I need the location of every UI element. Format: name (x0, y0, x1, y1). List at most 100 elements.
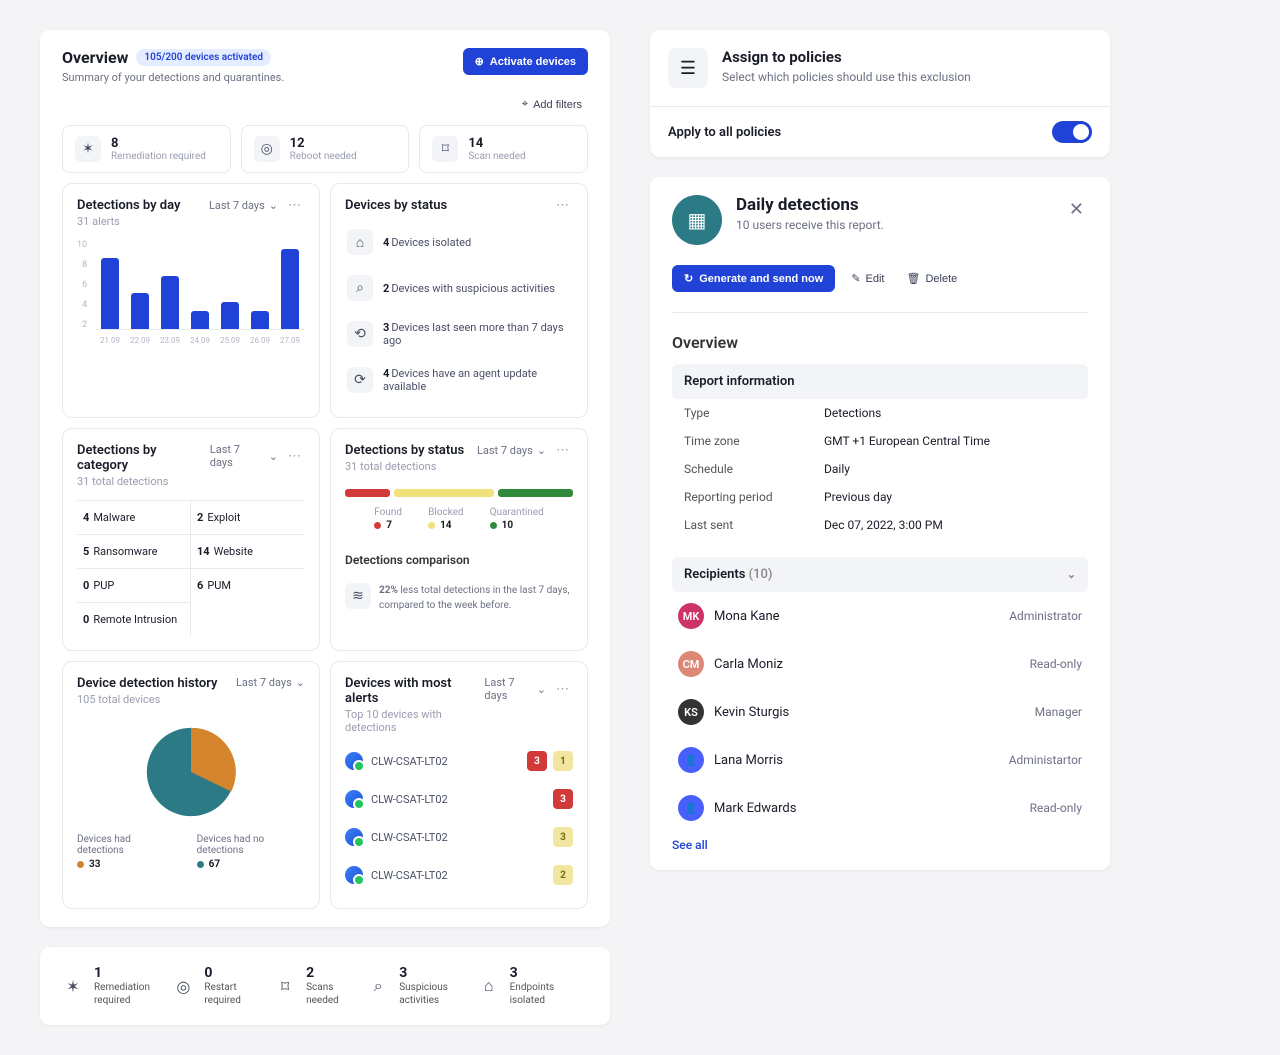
policies-subtitle: Select which policies should use this ex… (722, 70, 971, 84)
assign-policies-panel: ☰ Assign to policies Select which polici… (650, 30, 1110, 157)
chart-bar (251, 311, 269, 329)
add-filters-button[interactable]: ⌖ Add filters (516, 94, 588, 115)
period-selector[interactable]: Last 7 days ⌄ (477, 444, 546, 457)
summary-item[interactable]: ✶ 1Remediation required (62, 965, 172, 1007)
more-menu-icon[interactable]: ⋯ (552, 682, 573, 697)
target-icon: ◎ (254, 136, 280, 162)
chevron-down-icon: ⌄ (537, 444, 546, 457)
chevron-down-icon: ⌄ (269, 199, 278, 212)
chevron-down-icon: ⌄ (537, 683, 546, 696)
device-status-row[interactable]: ⌕ 2Devices with suspicious activities (345, 265, 573, 311)
summary-item[interactable]: ⌑ 2Scans needed (274, 965, 367, 1007)
recipient-row[interactable]: 👤Lana Morris Administartor (672, 736, 1088, 784)
alert-count-badge: 1 (553, 751, 573, 771)
device-avatar-icon (345, 790, 363, 808)
device-status-row[interactable]: ⟲ 3Devices last seen more than 7 days ag… (345, 311, 573, 357)
more-menu-icon[interactable]: ⋯ (552, 443, 573, 458)
target-icon: ◎ (172, 975, 194, 997)
activate-devices-button[interactable]: ⊕ Activate devices (463, 48, 588, 75)
chart-bar (221, 302, 239, 329)
binoc-icon: ⌕ (347, 275, 373, 301)
detections-by-day-card: Detections by day 31 alerts Last 7 days … (62, 183, 320, 418)
category-cell[interactable]: 14Website (191, 534, 305, 568)
alert-device-row[interactable]: CLW-CSAT-LT02 31 (345, 742, 573, 780)
refresh-icon: ↻ (684, 272, 693, 285)
page-subtitle: Summary of your detections and quarantin… (62, 71, 284, 84)
delete-button[interactable]: 🗑 Delete (901, 265, 964, 292)
period-selector[interactable]: Last 7 days ⌄ (484, 676, 546, 702)
edit-button[interactable]: ✎ Edit (845, 265, 890, 292)
stat-card[interactable]: ◎ 12Reboot needed (241, 125, 410, 173)
generate-send-button[interactable]: ↻ Generate and send now (672, 265, 835, 292)
category-cell[interactable]: 0Remote Intrusion (77, 602, 191, 636)
info-row: Time zoneGMT +1 European Central Time (672, 427, 1088, 455)
period-selector[interactable]: Last 7 days ⌄ (210, 443, 278, 469)
more-menu-icon[interactable]: ⋯ (552, 198, 573, 213)
apply-all-toggle[interactable] (1052, 121, 1092, 143)
recipient-row[interactable]: 👤Mark Edwards Read-only (672, 784, 1088, 832)
status-segment (498, 489, 573, 497)
trash-icon: 🗑 (907, 272, 921, 285)
chevron-down-icon: ⌄ (296, 676, 305, 689)
report-icon: ▦ (672, 195, 722, 245)
alert-device-row[interactable]: CLW-CSAT-LT02 3 (345, 780, 573, 818)
card-subtitle: Top 10 devices with detections (345, 708, 484, 734)
devices-by-status-card: Devices by status ⋯ ⌂ 4Devices isolated … (330, 183, 588, 418)
category-cell[interactable]: 6PUM (191, 568, 305, 602)
period-selector[interactable]: Last 7 days ⌄ (209, 199, 278, 212)
summary-item[interactable]: ◎ 0Restart required (172, 965, 274, 1007)
stat-card[interactable]: ✶ 8Remediation required (62, 125, 231, 173)
summary-item[interactable]: ⌂ 3Endpoints isolated (478, 965, 588, 1007)
info-row: TypeDetections (672, 399, 1088, 427)
overview-panel: Overview 105/200 devices activated Summa… (40, 30, 610, 927)
device-status-row[interactable]: ⌂ 4Devices isolated (345, 219, 573, 265)
category-cell[interactable]: 5Ransomware (77, 534, 191, 568)
alert-device-row[interactable]: CLW-CSAT-LT02 3 (345, 818, 573, 856)
category-cell[interactable]: 0PUP (77, 568, 191, 602)
scan-icon: ⌑ (274, 975, 296, 997)
chevron-down-icon: ⌄ (1067, 568, 1076, 581)
recipients-header[interactable]: Recipients (10) ⌄ (672, 557, 1088, 592)
period-selector[interactable]: Last 7 days ⌄ (236, 676, 305, 689)
info-row: ScheduleDaily (672, 455, 1088, 483)
report-title: Daily detections (736, 195, 884, 215)
legend-dot-icon (374, 522, 381, 529)
chart-bar (161, 276, 179, 329)
alert-device-row[interactable]: CLW-CSAT-LT02 2 (345, 856, 573, 894)
link-icon: ⟲ (347, 321, 373, 347)
avatar: CM (678, 651, 704, 677)
summary-strip: ✶ 1Remediation required ◎ 0Restart requi… (40, 947, 610, 1025)
recipient-row[interactable]: KSKevin Sturgis Manager (672, 688, 1088, 736)
bug-icon: ✶ (62, 975, 84, 997)
category-cell[interactable]: 4Malware (77, 500, 191, 534)
legend-dot-icon (197, 861, 204, 868)
alert-count-badge: 3 (553, 827, 573, 847)
apply-all-label: Apply to all policies (668, 125, 781, 140)
alert-count-badge: 3 (527, 751, 547, 771)
chart-icon: ≋ (345, 583, 371, 609)
card-title: Devices by status (345, 198, 447, 213)
avatar: KS (678, 699, 704, 725)
filter-icon: ⌖ (522, 98, 528, 111)
daily-detections-panel: ▦ Daily detections 10 users receive this… (650, 177, 1110, 870)
avatar: 👤 (678, 747, 704, 773)
see-all-link[interactable]: See all (672, 838, 1088, 852)
recipient-row[interactable]: CMCarla Moniz Read-only (672, 640, 1088, 688)
device-status-row[interactable]: ⟳ 4Devices have an agent update availabl… (345, 357, 573, 403)
status-segment (345, 489, 390, 497)
stat-card[interactable]: ⌑ 14Scan needed (419, 125, 588, 173)
recipient-row[interactable]: MKMona Kane Administrator (672, 592, 1088, 640)
card-subtitle: 31 total detections (345, 460, 464, 473)
close-icon[interactable]: ✕ (1065, 195, 1088, 224)
category-cell[interactable]: 2Exploit (191, 500, 305, 534)
more-menu-icon[interactable]: ⋯ (284, 449, 305, 464)
card-subtitle: 105 total devices (77, 693, 217, 706)
binoc-icon: ⌕ (367, 975, 389, 997)
page-title: Overview (62, 48, 128, 67)
card-title: Detections by category (77, 443, 210, 473)
summary-item[interactable]: ⌕ 3Suspicious activities (367, 965, 477, 1007)
devices-activated-pill: 105/200 devices activated (136, 49, 271, 66)
info-row: Last sentDec 07, 2022, 3:00 PM (672, 511, 1088, 539)
more-menu-icon[interactable]: ⋯ (284, 198, 305, 213)
card-subtitle: 31 total detections (77, 475, 210, 488)
